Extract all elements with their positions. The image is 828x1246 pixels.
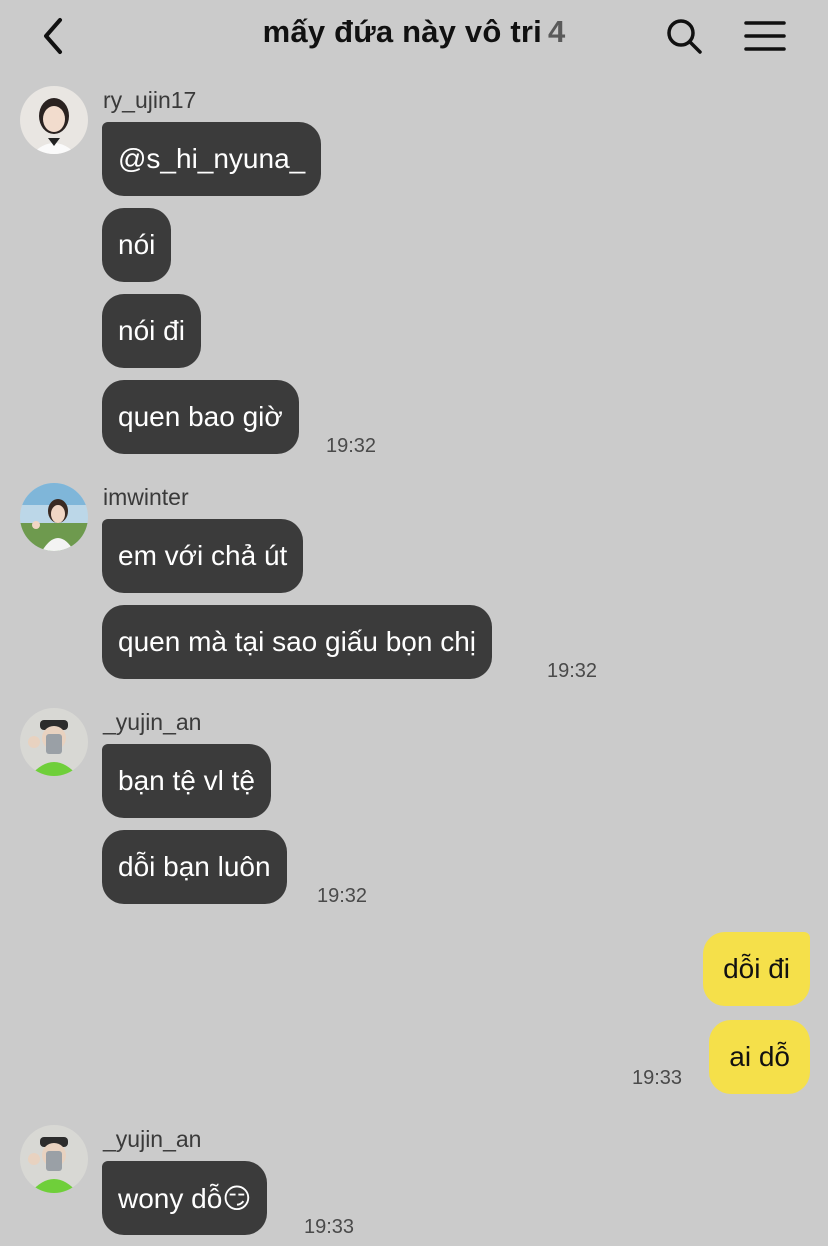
message-bubble[interactable]: em với chả út	[102, 519, 304, 593]
member-count: 4	[547, 14, 566, 49]
message-timestamp: 19:33	[304, 1216, 355, 1238]
sender-username[interactable]: imwinter	[103, 484, 189, 511]
message-timestamp: 19:33	[632, 1067, 683, 1089]
message-bubble[interactable]: quen bao giờ	[102, 380, 299, 454]
avatar[interactable]	[20, 86, 88, 154]
message-bubble[interactable]: @s_hi_nyuna_	[102, 122, 322, 196]
avatar[interactable]	[20, 708, 88, 776]
my-message-bubble[interactable]: dỗi đi	[703, 932, 810, 1006]
chat-header: mấy đứa này vô tri 4	[0, 0, 828, 76]
message-bubble[interactable]: nói	[102, 208, 172, 282]
sender-username[interactable]: _yujin_an	[103, 709, 201, 736]
message-bubble[interactable]: wony dỗ😏	[102, 1161, 268, 1235]
avatar[interactable]	[20, 1125, 88, 1193]
message-timestamp: 19:32	[326, 435, 377, 457]
avatar[interactable]	[20, 483, 88, 551]
message-bubble[interactable]: dỗi bạn luôn	[102, 830, 287, 904]
hamburger-menu-icon	[744, 21, 786, 51]
message-timestamp: 19:32	[317, 885, 368, 907]
message-bubble[interactable]: quen mà tại sao giấu bọn chị	[102, 605, 493, 679]
message-bubble[interactable]: bạn tệ vl tệ	[102, 744, 271, 818]
sender-username[interactable]: ry_ujin17	[103, 87, 196, 114]
sender-username[interactable]: _yujin_an	[103, 1126, 201, 1153]
chat-title-text: mấy đứa này vô tri	[262, 14, 542, 49]
search-icon	[667, 19, 702, 54]
menu-button[interactable]	[740, 12, 790, 60]
my-message-bubble[interactable]: ai dỗ	[709, 1020, 810, 1094]
search-button[interactable]	[660, 12, 708, 60]
message-bubble[interactable]: nói đi	[102, 294, 201, 368]
message-timestamp: 19:32	[547, 660, 598, 682]
